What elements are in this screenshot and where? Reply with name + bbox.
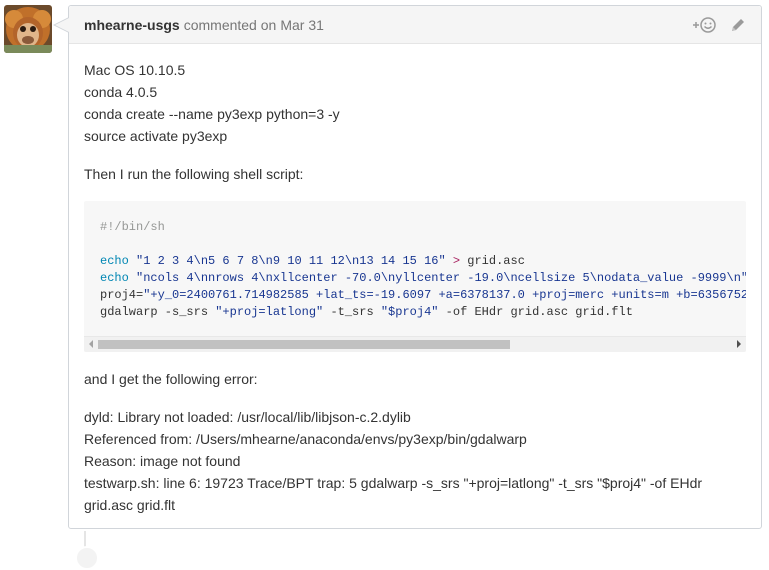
env-line: Mac OS 10.10.5 [84,62,186,78]
comment-box: mhearne-usgs commented on Mar 31 Mac OS … [53,5,762,529]
comment-caret-fill [55,18,69,32]
code-string: "+y_0=2400761.714982585 +lat_ts=-19.6097… [143,288,746,302]
scroll-right-arrow-icon[interactable] [737,340,741,348]
error-intro: and I get the following error: [84,371,258,387]
script-intro: Then I run the following shell script: [84,166,304,182]
code-text: proj4= [100,288,144,302]
code-string: "ncols 4\nnrows 4\nxllcenter -70.0\nyllc… [136,271,746,285]
timeline-badge [75,546,99,570]
code-shebang: #!/bin/sh [100,220,165,234]
comment-header: mhearne-usgs commented on Mar 31 [69,6,761,44]
env-line: source activate py3exp [84,128,228,144]
avatar-image [4,5,52,53]
code-keyword: echo [100,271,129,285]
add-reaction-icon[interactable] [692,16,716,34]
error-output: dyld: Library not loaded: /usr/local/lib… [84,406,746,516]
code-text: -t_srs [323,305,381,319]
comment-action-text: commented on [183,16,277,33]
comment-body: Mac OS 10.10.5 conda 4.0.5 conda create … [69,44,761,516]
code-string: "+proj=latlong" [215,305,324,319]
error-line: dyld: Library not loaded: /usr/local/lib… [84,409,411,425]
error-line: Reason: image not found [84,453,241,469]
scrollbar-thumb[interactable] [98,340,510,349]
code-text: -of EHdr grid.asc grid.flt [438,305,633,319]
horizontal-scrollbar[interactable] [84,336,746,352]
code-content: #!/bin/sh echo "1 2 3 4\n5 6 7 8\n9 10 1… [84,201,746,321]
code-text: grid.asc [467,254,525,268]
env-line: conda create --name py3exp python=3 -y [84,106,340,122]
scroll-left-arrow-icon[interactable] [89,340,93,348]
env-line: conda 4.0.5 [84,84,158,100]
code-string: "$proj4" [380,305,439,319]
author-link[interactable]: mhearne-usgs [84,17,180,33]
code-keyword: echo [100,254,129,268]
environment-info: Mac OS 10.10.5 conda 4.0.5 conda create … [84,59,746,147]
code-text: gdalwarp -s_srs [100,305,216,319]
code-operator: > [452,254,461,268]
code-block: #!/bin/sh echo "1 2 3 4\n5 6 7 8\n9 10 1… [84,201,746,352]
error-line: Referenced from: /Users/mhearne/anaconda… [84,431,527,447]
header-actions [692,16,746,34]
code-string: "1 2 3 4\n5 6 7 8\n9 10 11 12\n13 14 15 … [136,254,446,268]
error-line: testwarp.sh: line 6: 19723 Trace/BPT tra… [84,475,703,513]
comment-date[interactable]: Mar 31 [280,17,324,33]
avatar[interactable] [4,5,52,53]
edit-icon[interactable] [730,17,746,33]
